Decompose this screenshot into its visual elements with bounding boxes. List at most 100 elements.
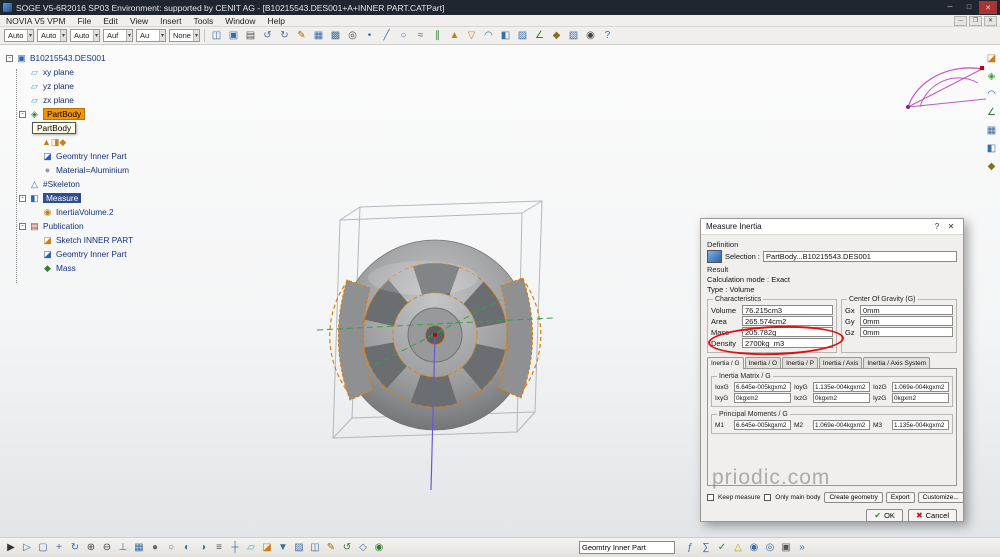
tree-item-label[interactable]: Material=Aluminium (56, 165, 129, 175)
multi-view-icon[interactable]: ▦ (132, 542, 146, 553)
inertia-matrix-value-field[interactable]: 1.069e-004kgxm2 (892, 382, 949, 392)
knowledge-icon[interactable]: ƒ (683, 542, 697, 553)
principal-moment-value-field[interactable]: 1.069e-004kgxm2 (813, 420, 870, 430)
tree-item-label[interactable]: xy plane (43, 67, 74, 77)
menu-item[interactable]: Window (219, 16, 261, 26)
characteristic-value-field[interactable]: 265.574cm2 (742, 316, 833, 326)
cog-value-field[interactable]: 0mm (860, 327, 953, 337)
tree-item[interactable]: ▱ xy plane (4, 65, 204, 79)
chevron-down-icon[interactable]: ▾ (60, 30, 66, 41)
cog-value-field[interactable]: 0mm (860, 316, 953, 326)
close-icon[interactable]: ✕ (944, 222, 958, 231)
part-3d-model[interactable] (255, 160, 595, 500)
active-object-field[interactable] (579, 541, 675, 554)
tools-dock-icon[interactable]: ◆ (988, 161, 996, 172)
inertia-matrix-value-field[interactable]: 1.135e-004kgxm2 (813, 382, 870, 392)
spline-icon[interactable]: ≈ (413, 28, 428, 43)
window-control-button[interactable]: ✕ (979, 1, 997, 14)
inertia-matrix-value-field[interactable]: 0kgxm2 (892, 393, 949, 403)
zoom-in-icon[interactable]: ⊕ (84, 542, 98, 553)
chevron-down-icon[interactable]: ▾ (159, 30, 165, 41)
plane-tool-icon[interactable]: ▱ (244, 542, 258, 553)
dialog-titlebar[interactable]: Measure Inertia ? ✕ (701, 219, 963, 235)
characteristic-value-field[interactable]: 2700kg_m3 (742, 338, 833, 348)
mirror-icon[interactable]: ◧ (498, 28, 513, 43)
tree-item-label[interactable]: #Skeleton (43, 179, 80, 189)
formula-icon[interactable]: ∑ (699, 542, 713, 553)
inertia-tab[interactable]: Inertia / Axis System (863, 357, 930, 368)
toolbar-dropdown[interactable]: Auf ▾ (103, 29, 133, 42)
tree-item[interactable]: - ◈ PartBody (4, 107, 204, 121)
inertia-tab[interactable]: Inertia / O (745, 357, 782, 368)
tree-item[interactable]: ◪ Sketch INNER PART (4, 233, 204, 247)
rotate-icon[interactable]: ↻ (68, 542, 82, 553)
zoom-out-icon[interactable]: ⊖ (100, 542, 114, 553)
pattern-icon[interactable]: ▨ (515, 28, 530, 43)
axis-icon[interactable]: ┼ (228, 542, 242, 553)
fit-all-icon[interactable]: ▢ (36, 542, 50, 553)
toolbar-dropdown[interactable]: None ▾ (169, 29, 200, 42)
tree-item[interactable]: ▱ zx plane (4, 93, 204, 107)
zoom-area-icon[interactable]: ◎ (345, 28, 360, 43)
principal-moment-value-field[interactable]: 6.645e-005kgxm2 (734, 420, 791, 430)
menu-item[interactable]: Insert (154, 16, 187, 26)
tree-item-label[interactable]: Publication (43, 221, 84, 231)
compass[interactable] (900, 49, 990, 111)
more-icon[interactable]: » (795, 542, 809, 553)
toolbar-dropdown[interactable]: Auto ▾ (4, 29, 34, 42)
chevron-down-icon[interactable]: ▾ (193, 30, 199, 41)
tree-item-label[interactable]: InertiaVolume.2 (56, 207, 114, 217)
swap-space-icon[interactable]: ◑ (196, 542, 210, 553)
chevron-down-icon[interactable]: ▾ (27, 30, 33, 41)
tree-item-label[interactable]: PartBody (43, 108, 85, 120)
undo-icon[interactable]: ↺ (260, 28, 275, 43)
toolbar-dropdown[interactable]: Auto ▾ (37, 29, 67, 42)
measure-tool-icon[interactable]: ∠ (532, 28, 547, 43)
inertia-tool-icon[interactable]: ◆ (549, 28, 564, 43)
tree-item[interactable]: - ◧ Measure (4, 191, 204, 205)
window-control-button[interactable]: ─ (941, 1, 959, 14)
menu-item[interactable]: View (124, 16, 154, 26)
inertia-matrix-value-field[interactable]: 0kgxm2 (734, 393, 791, 403)
datum-icon[interactable]: ◇ (356, 542, 370, 553)
info-icon[interactable]: ◉ (747, 542, 761, 553)
tree-item-label[interactable]: PartBody (32, 122, 76, 134)
redo-icon[interactable]: ↻ (277, 28, 292, 43)
tree-item-label[interactable]: Geomtry Inner Part (56, 249, 127, 259)
dialog-action-button[interactable]: Create geometry (824, 492, 882, 503)
tree-item-label[interactable]: Measure (43, 193, 81, 203)
annotate-icon[interactable]: ✎ (324, 542, 338, 553)
check-icon[interactable]: ✓ (715, 542, 729, 553)
catalog-icon[interactable]: ▼ (276, 542, 290, 553)
tree-item-label[interactable]: Mass (56, 263, 76, 273)
characteristic-value-field[interactable]: 76.215cm3 (742, 305, 833, 315)
tree-item[interactable]: ◪ Geomtry Inner Part (4, 149, 204, 163)
tree-item-label[interactable]: B10215543.DES001 (30, 53, 106, 63)
wireframe-icon[interactable]: ○ (164, 542, 178, 553)
pocket-icon[interactable]: ▽ (464, 28, 479, 43)
print-icon[interactable]: ▤ (243, 28, 258, 43)
menu-item[interactable]: Tools (187, 16, 219, 26)
measure-dock-icon[interactable]: ◧ (987, 143, 996, 154)
section-icon[interactable]: ◫ (308, 542, 322, 553)
tree-item[interactable]: - ▣ B10215543.DES001 (4, 51, 204, 65)
layer-icon[interactable]: ≡ (212, 542, 226, 553)
tree-expander[interactable]: - (6, 55, 13, 62)
tree-item[interactable]: ◪ Geomtry Inner Part (4, 247, 204, 261)
point-icon[interactable]: • (362, 28, 377, 43)
fly-icon[interactable]: ▷ (20, 542, 34, 553)
paste-icon[interactable]: ▣ (226, 28, 241, 43)
selection-field[interactable]: PartBody...B10215543.DES001 (763, 251, 957, 262)
fillet-icon[interactable]: ◠ (481, 28, 496, 43)
pad-icon[interactable]: ▲ (447, 28, 462, 43)
tree-item[interactable]: ▲◨◆ (4, 135, 204, 149)
part-dock-icon[interactable]: ◈ (988, 71, 996, 82)
menu-item[interactable]: Edit (97, 16, 124, 26)
tree-item-label[interactable]: Sketch INNER PART (56, 235, 133, 245)
update-icon[interactable]: ↺ (340, 542, 354, 553)
tree-item[interactable]: - ▤ Publication (4, 219, 204, 233)
rotate-view-icon[interactable]: ◉ (583, 28, 598, 43)
surface-dock-icon[interactable]: ◠ (987, 89, 996, 100)
characteristic-value-field[interactable]: 205.782g (742, 327, 833, 337)
tree-item[interactable]: △ #Skeleton (4, 177, 204, 191)
